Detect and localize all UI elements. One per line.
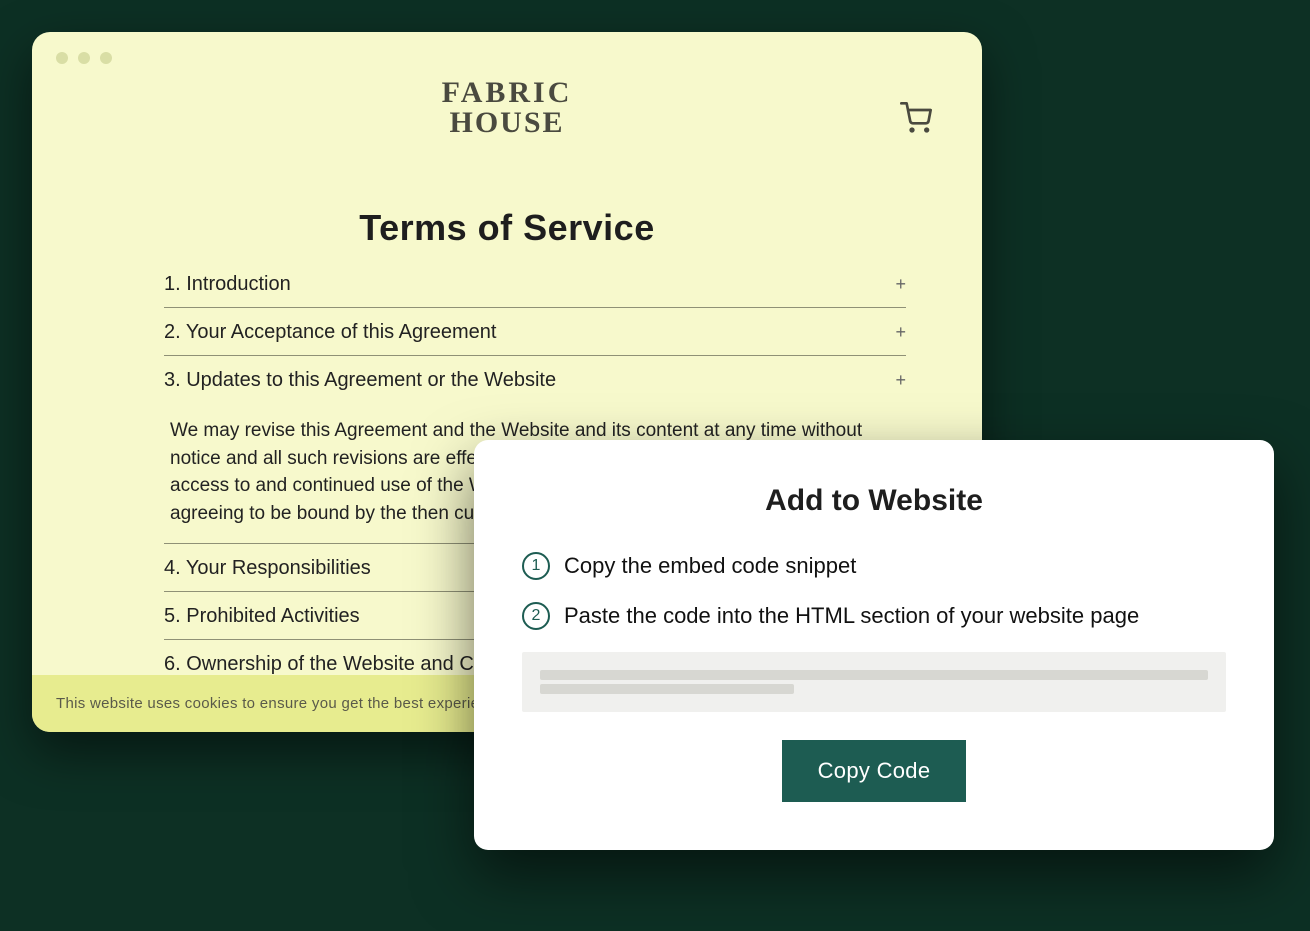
add-to-website-modal: Add to Website 1 Copy the embed code sni… xyxy=(474,440,1274,850)
accordion-item-introduction[interactable]: 1. Introduction + xyxy=(164,260,906,308)
step-2: 2 Paste the code into the HTML section o… xyxy=(522,602,1226,630)
embed-code-box[interactable] xyxy=(522,652,1226,712)
window-dot xyxy=(56,52,68,64)
expand-icon: + xyxy=(895,322,906,343)
window-dot xyxy=(78,52,90,64)
step-1: 1 Copy the embed code snippet xyxy=(522,552,1226,580)
cart-icon[interactable] xyxy=(900,102,932,139)
site-logo[interactable]: FABRIC HOUSE xyxy=(32,78,982,138)
cookie-text: This website uses cookies to ensure you … xyxy=(56,695,496,712)
accordion-label: 5. Prohibited Activities xyxy=(164,605,360,628)
window-dot xyxy=(100,52,112,64)
window-controls xyxy=(56,52,112,64)
step-text: Paste the code into the HTML section of … xyxy=(564,603,1139,629)
copy-code-button[interactable]: Copy Code xyxy=(782,740,967,802)
logo-line-2: HOUSE xyxy=(32,108,982,138)
accordion-label: 1. Introduction xyxy=(164,273,291,296)
expand-icon: + xyxy=(895,370,906,391)
step-text: Copy the embed code snippet xyxy=(564,553,856,579)
page-title: Terms of Service xyxy=(32,207,982,249)
code-placeholder-line xyxy=(540,670,1208,680)
code-placeholder-line xyxy=(540,684,794,694)
accordion-item-updates[interactable]: 3. Updates to this Agreement or the Webs… xyxy=(164,356,906,403)
step-number-icon: 1 xyxy=(522,552,550,580)
accordion-label: 2. Your Acceptance of this Agreement xyxy=(164,321,496,344)
expand-icon: + xyxy=(895,274,906,295)
accordion-label: 4. Your Responsibilities xyxy=(164,557,371,580)
accordion-label: 6. Ownership of the Website and Conte xyxy=(164,653,513,676)
modal-title: Add to Website xyxy=(522,484,1226,518)
step-number-icon: 2 xyxy=(522,602,550,630)
accordion-label: 3. Updates to this Agreement or the Webs… xyxy=(164,369,556,392)
accordion-item-acceptance[interactable]: 2. Your Acceptance of this Agreement + xyxy=(164,308,906,356)
logo-line-1: FABRIC xyxy=(32,78,982,108)
